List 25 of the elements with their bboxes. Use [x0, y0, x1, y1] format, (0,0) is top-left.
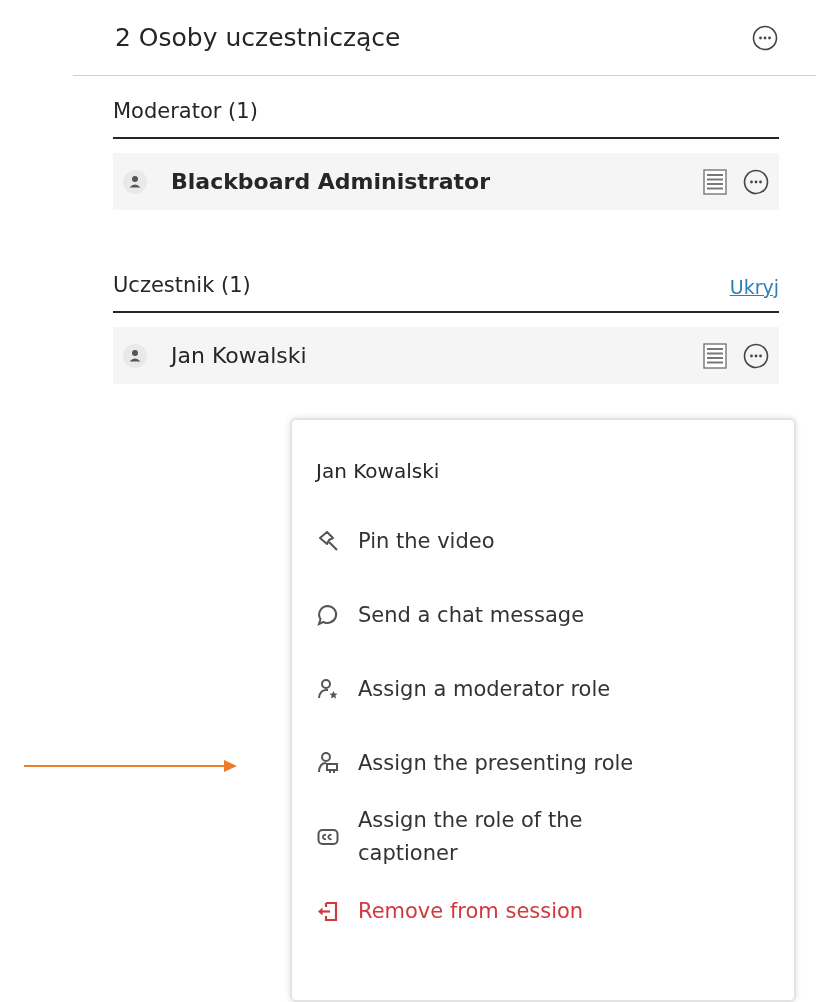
- more-icon[interactable]: [752, 24, 778, 51]
- chat-icon: [316, 603, 340, 627]
- menu-item[interactable]: Remove from session: [316, 874, 770, 948]
- more-icon[interactable]: [743, 168, 769, 195]
- menu-item[interactable]: Assign a moderator role: [316, 652, 770, 726]
- participant-name: Blackboard Administrator: [171, 168, 492, 196]
- menu-title: Jan Kowalski: [316, 458, 441, 485]
- avatar-icon: [123, 169, 147, 194]
- menu-item[interactable]: Assign the role of the captioner: [316, 800, 770, 874]
- avatar-icon: [123, 343, 147, 368]
- user-star-icon: [316, 677, 340, 701]
- menu-item[interactable]: Assign the presenting role: [316, 726, 770, 800]
- menu-item[interactable]: Send a chat message: [316, 578, 770, 652]
- exit-icon: [316, 899, 340, 923]
- hide-link[interactable]: Ukryj: [729, 272, 779, 301]
- group-heading: Uczestnik (1): [113, 271, 251, 299]
- user-presenter-icon: [316, 751, 340, 775]
- group-heading: Moderator (1): [113, 97, 258, 125]
- list-icon[interactable]: [703, 342, 727, 369]
- pin-icon: [316, 529, 340, 553]
- participant-name: Jan Kowalski: [171, 342, 308, 370]
- panel-title: 2 Osoby uczestniczące: [115, 21, 401, 54]
- menu-item[interactable]: Pin the video: [316, 504, 770, 578]
- list-icon[interactable]: [703, 168, 727, 195]
- more-icon[interactable]: [743, 342, 769, 369]
